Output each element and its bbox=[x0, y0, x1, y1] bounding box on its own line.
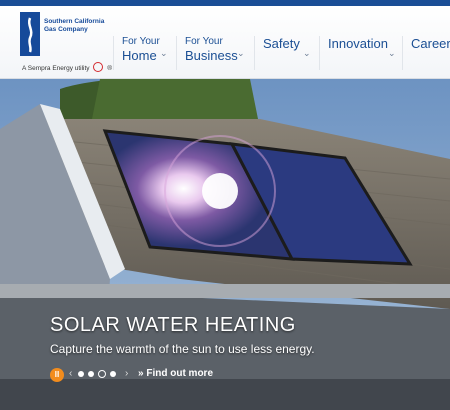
pause-button[interactable]: II bbox=[50, 368, 64, 382]
site-header: Southern California Gas Company A Sempra… bbox=[0, 6, 450, 79]
flame-logo-icon bbox=[20, 12, 40, 56]
chevron-down-icon: ⌄ bbox=[237, 48, 245, 58]
sempra-logo[interactable]: Southern California Gas Company A Sempra… bbox=[20, 12, 112, 76]
solar-roof-illustration bbox=[0, 79, 450, 410]
slide-dot-1[interactable] bbox=[78, 371, 84, 377]
sempra-mark-icon bbox=[93, 62, 104, 72]
find-out-more-link[interactable]: » Find out more bbox=[138, 368, 213, 379]
nav-for-your-home[interactable]: For Your Home ⌄ bbox=[113, 36, 182, 70]
company-name: Southern California Gas Company bbox=[44, 18, 105, 33]
hero-slideshow: SOLAR WATER HEATING Capture the warmth o… bbox=[0, 79, 450, 410]
nav-for-your-business[interactable]: For Your Business ⌄ bbox=[176, 36, 257, 70]
chevron-down-icon: ⌄ bbox=[388, 48, 396, 58]
hero-subtitle: Capture the warmth of the sun to use les… bbox=[50, 342, 315, 356]
prev-slide-icon[interactable]: ‹ bbox=[69, 368, 72, 379]
nav-innovation[interactable]: Innovation ⌄ bbox=[319, 36, 406, 70]
slide-dot-3[interactable] bbox=[98, 370, 106, 378]
next-slide-icon[interactable]: › bbox=[125, 368, 128, 379]
sempra-tagline: A Sempra Energy utility ® bbox=[22, 62, 112, 72]
chevron-down-icon: ⌄ bbox=[303, 48, 311, 58]
nav-careers[interactable]: Careers bbox=[402, 36, 450, 70]
slide-dot-4[interactable] bbox=[110, 371, 116, 377]
slide-dot-2[interactable] bbox=[88, 371, 94, 377]
nav-safety[interactable]: Safety ⌄ bbox=[254, 36, 321, 70]
hero-title: SOLAR WATER HEATING bbox=[50, 314, 296, 336]
chevron-down-icon: ⌄ bbox=[160, 48, 168, 58]
